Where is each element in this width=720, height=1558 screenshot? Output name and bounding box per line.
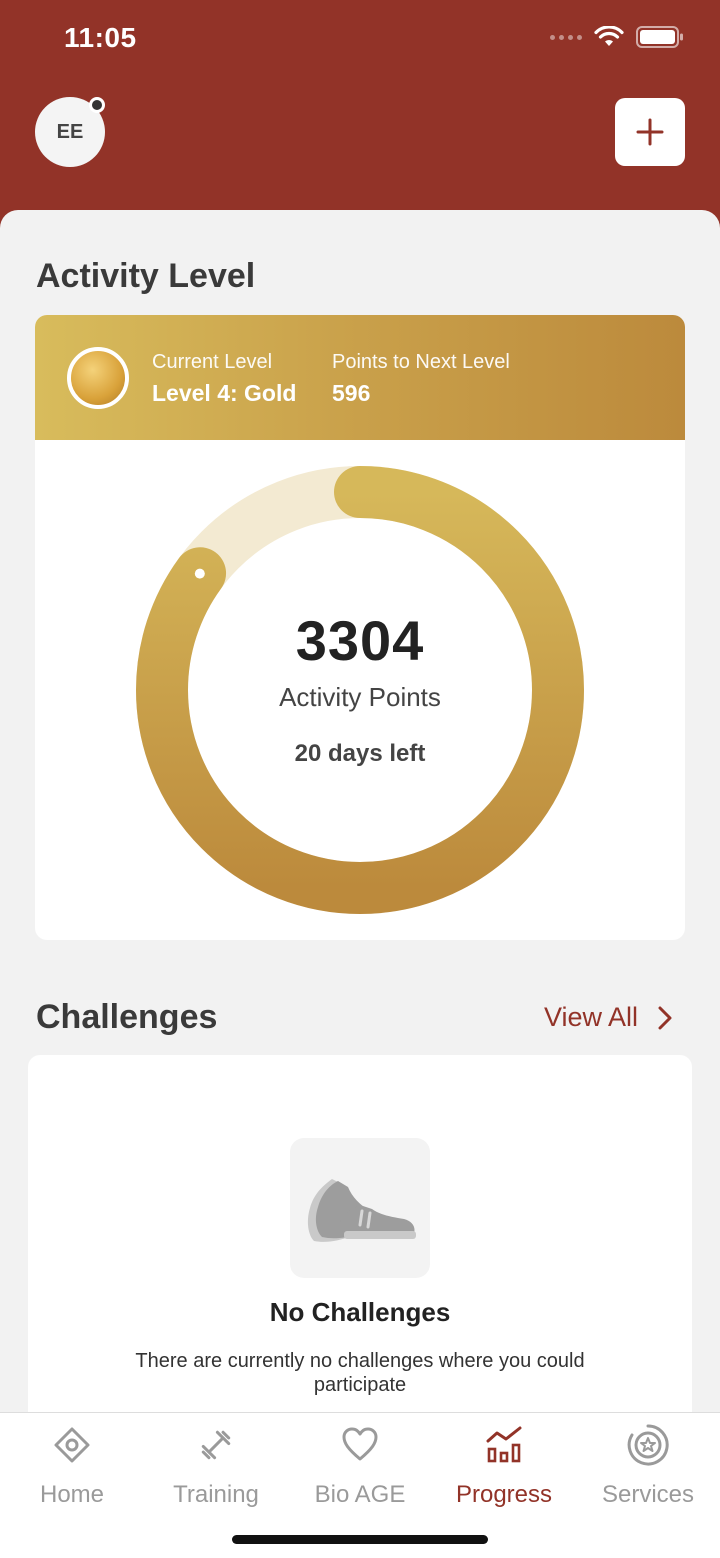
tab-home-label: Home: [39, 1481, 105, 1508]
current-level: Current Level Level 4: Gold: [152, 351, 296, 407]
battery-icon: [636, 26, 683, 48]
challenges-section-title: Challenges: [36, 998, 218, 1036]
current-level-label: Current Level: [152, 351, 273, 373]
next-level-label: Points to Next Level: [332, 351, 510, 373]
app-header: 11:05 EE: [0, 0, 720, 240]
tab-progress[interactable]: Progress: [432, 1423, 576, 1509]
days-left: 20 days left: [294, 740, 426, 767]
notification-dot: [89, 97, 105, 113]
tab-bio-age[interactable]: Bio AGE: [288, 1423, 432, 1509]
tab-progress-label: Progress: [455, 1481, 553, 1508]
tab-home[interactable]: Home: [0, 1423, 144, 1509]
next-level: Points to Next Level 596: [332, 351, 510, 407]
add-button[interactable]: [615, 98, 685, 166]
current-level-value: Level 4: Gold: [152, 380, 297, 406]
no-challenges-title: No Challenges: [269, 1297, 451, 1327]
level-banner: Current Level Level 4: Gold Points to Ne…: [35, 315, 685, 440]
ring-end-marker: [194, 568, 205, 579]
tab-services[interactable]: Services: [576, 1423, 720, 1509]
home-indicator: [232, 1535, 488, 1544]
dumbbell-icon: [201, 1430, 231, 1460]
avatar[interactable]: EE: [35, 97, 105, 167]
tab-training-label: Training: [173, 1481, 259, 1508]
status-icons: [550, 26, 684, 48]
activity-points-value: 3304: [295, 609, 425, 672]
activity-ring: 3304 Activity Points 20 days left: [35, 440, 685, 940]
activity-card[interactable]: Current Level Level 4: Gold Points to Ne…: [35, 315, 685, 940]
plus-icon: [636, 118, 664, 146]
view-all-link[interactable]: View All: [544, 1002, 672, 1033]
status-time: 11:05: [64, 22, 137, 53]
chart-icon: [486, 1426, 522, 1463]
avatar-initials: EE: [56, 120, 84, 143]
tab-training[interactable]: Training: [144, 1423, 288, 1509]
tab-services-label: Services: [601, 1481, 695, 1508]
wifi-icon: [594, 26, 624, 46]
tab-bio-age-label: Bio AGE: [314, 1481, 406, 1508]
signal-icon: [550, 34, 582, 40]
gold-badge-icon: [67, 347, 129, 409]
sneakers-icon: [290, 1138, 430, 1278]
activity-points-label: Activity Points: [279, 682, 441, 712]
view-all-label: View All: [543, 1002, 638, 1032]
no-challenges-description: There are currently no challenges where …: [135, 1350, 585, 1396]
chevron-right-icon: [658, 1006, 672, 1029]
next-level-value: 596: [332, 380, 371, 406]
challenges-card: No Challenges There are currently no cha…: [28, 1055, 692, 1455]
home-icon: [54, 1427, 90, 1463]
heart-icon: [342, 1427, 378, 1461]
activity-section-title: Activity Level: [36, 257, 256, 295]
star-badge-icon: [627, 1424, 669, 1466]
